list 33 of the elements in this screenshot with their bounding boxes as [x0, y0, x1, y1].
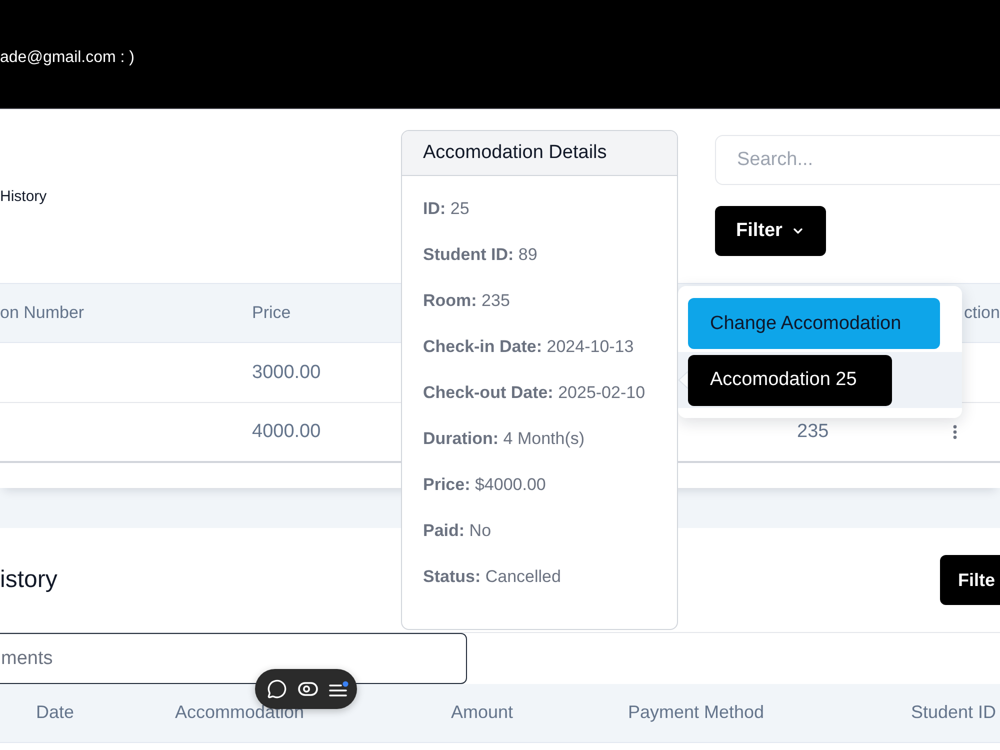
detail-field: Price: $4000.00: [423, 475, 546, 495]
menu-icon[interactable]: [329, 680, 349, 698]
menu-item[interactable]: Accomodation 25: [678, 352, 962, 408]
column-header: Student ID: [911, 703, 996, 723]
column-header: Accommodation: [175, 703, 304, 723]
detail-field: Student ID: 89: [423, 245, 538, 265]
detail-field: Room: 235: [423, 291, 510, 311]
column-header: Payment Method: [628, 703, 764, 723]
detail-field: Status: Cancelled: [423, 567, 561, 587]
column-header: Price: [252, 304, 291, 322]
detail-field: ID: 25: [423, 199, 470, 219]
detail-field: Check-in Date: 2024-10-13: [423, 337, 634, 357]
detail-field: Check-out Date: 2025-02-10: [423, 383, 646, 403]
section-title: istory: [0, 566, 58, 594]
toggle-icon[interactable]: [298, 682, 318, 696]
chat-bubble-icon[interactable]: [267, 679, 287, 699]
change-accommodation-button[interactable]: Change Accomodation: [688, 298, 940, 349]
filter-button[interactable]: Filter: [715, 206, 826, 256]
filter-button[interactable]: Filte: [940, 555, 1000, 605]
popover-title: Accomodation Details: [402, 131, 677, 176]
column-header: on Number: [0, 304, 84, 322]
table-cell: 4000.00: [252, 421, 321, 443]
column-header: Amount: [451, 703, 514, 723]
detail-field: Paid: No: [423, 521, 492, 541]
column-header: ction: [963, 304, 1000, 322]
table-cell: 3000.00: [252, 362, 321, 384]
section-title: History: [0, 188, 47, 204]
detail-field: Duration: 4 Month(s): [423, 429, 585, 449]
user-greeting: ade@gmail.com : ): [0, 49, 135, 67]
search-field[interactable]: ments: [0, 633, 467, 684]
table-cell-text: 235: [796, 421, 829, 443]
column-header: Date: [35, 703, 74, 723]
tooltip: Accomodation 25: [688, 354, 892, 406]
